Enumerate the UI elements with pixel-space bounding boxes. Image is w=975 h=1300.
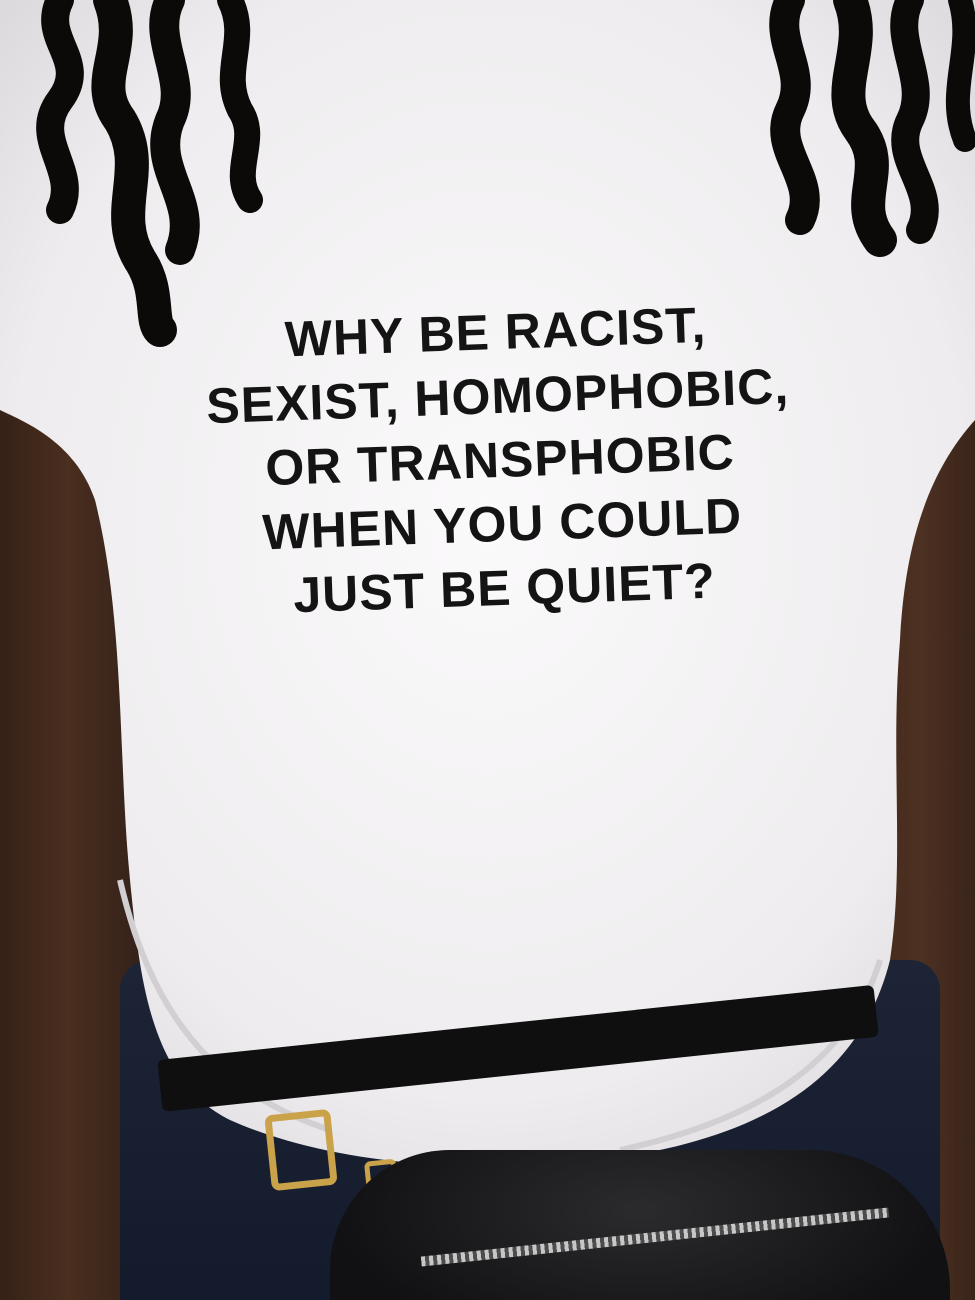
belt-buckle <box>264 1108 338 1192</box>
shirt-slogan: WHY BE RACIST, SEXIST, HOMOPHOBIC, OR TR… <box>95 286 906 634</box>
photo-scene: WHY BE RACIST, SEXIST, HOMOPHOBIC, OR TR… <box>0 0 975 1300</box>
black-waist-bag <box>330 1150 950 1300</box>
